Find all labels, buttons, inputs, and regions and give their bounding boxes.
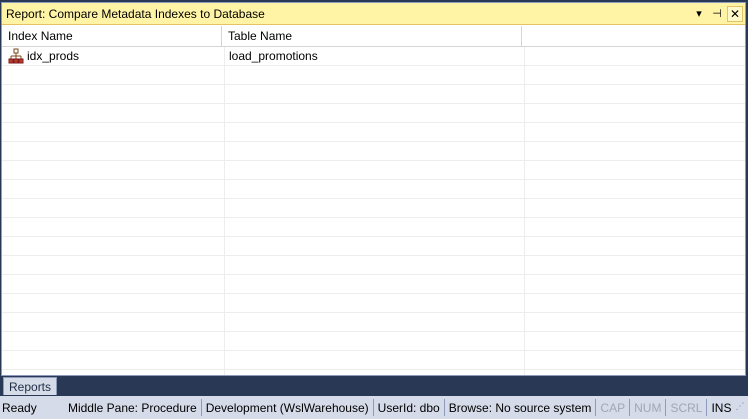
- status-ins: INS: [706, 399, 735, 416]
- panel-title: Report: Compare Metadata Indexes to Data…: [6, 6, 265, 21]
- empty-row: [2, 104, 745, 123]
- index-icon: [8, 48, 24, 64]
- index-name-cell[interactable]: idx_prods: [2, 47, 225, 65]
- empty-cell: [525, 47, 745, 65]
- table-name-cell[interactable]: load_promotions: [225, 47, 525, 65]
- status-cap: CAP: [595, 399, 629, 416]
- table-row[interactable]: idx_prods load_promotions: [2, 47, 745, 66]
- status-bar: Ready Middle Pane: Procedure Development…: [0, 396, 748, 419]
- empty-row: [2, 370, 745, 375]
- report-grid: Index Name Table Name idx_prods load_pro…: [2, 26, 745, 375]
- close-icon[interactable]: ✕: [727, 5, 743, 22]
- grid-header: Index Name Table Name: [2, 26, 745, 47]
- panel-titlebar: Report: Compare Metadata Indexes to Data…: [2, 3, 745, 25]
- pin-icon[interactable]: ⊣: [709, 6, 725, 22]
- status-middle-pane: Middle Pane: Procedure: [67, 400, 197, 415]
- empty-row: [2, 180, 745, 199]
- empty-row: [2, 123, 745, 142]
- empty-row: [2, 218, 745, 237]
- empty-row: [2, 85, 745, 104]
- empty-row: [2, 313, 745, 332]
- status-userid: UserId: dbo: [372, 399, 444, 416]
- column-header-index-name[interactable]: Index Name: [2, 26, 222, 46]
- status-scrl: SCRL: [665, 399, 706, 416]
- column-header-table-name[interactable]: Table Name: [222, 26, 522, 46]
- status-ready: Ready: [2, 400, 37, 415]
- table-name-text: load_promotions: [229, 49, 318, 63]
- index-name-text: idx_prods: [27, 49, 80, 63]
- column-header-empty: [522, 26, 745, 46]
- empty-row: [2, 275, 745, 294]
- empty-row: [2, 142, 745, 161]
- empty-row: [2, 256, 745, 275]
- status-browse: Browse: No source system: [443, 399, 596, 416]
- empty-row: [2, 294, 745, 313]
- tab-reports[interactable]: Reports: [3, 377, 58, 395]
- empty-row: [2, 66, 745, 85]
- dropdown-icon[interactable]: ▾: [691, 6, 707, 22]
- resize-grip-icon[interactable]: ⋰: [735, 401, 746, 415]
- empty-row: [2, 351, 745, 370]
- status-connection: Development (WslWarehouse): [200, 399, 373, 416]
- empty-row: [2, 332, 745, 351]
- empty-row: [2, 237, 745, 256]
- bottom-tabstrip: Reports: [0, 376, 748, 396]
- empty-row: [2, 199, 745, 218]
- empty-row: [2, 161, 745, 180]
- status-num: NUM: [629, 399, 665, 416]
- report-panel: Report: Compare Metadata Indexes to Data…: [1, 2, 746, 376]
